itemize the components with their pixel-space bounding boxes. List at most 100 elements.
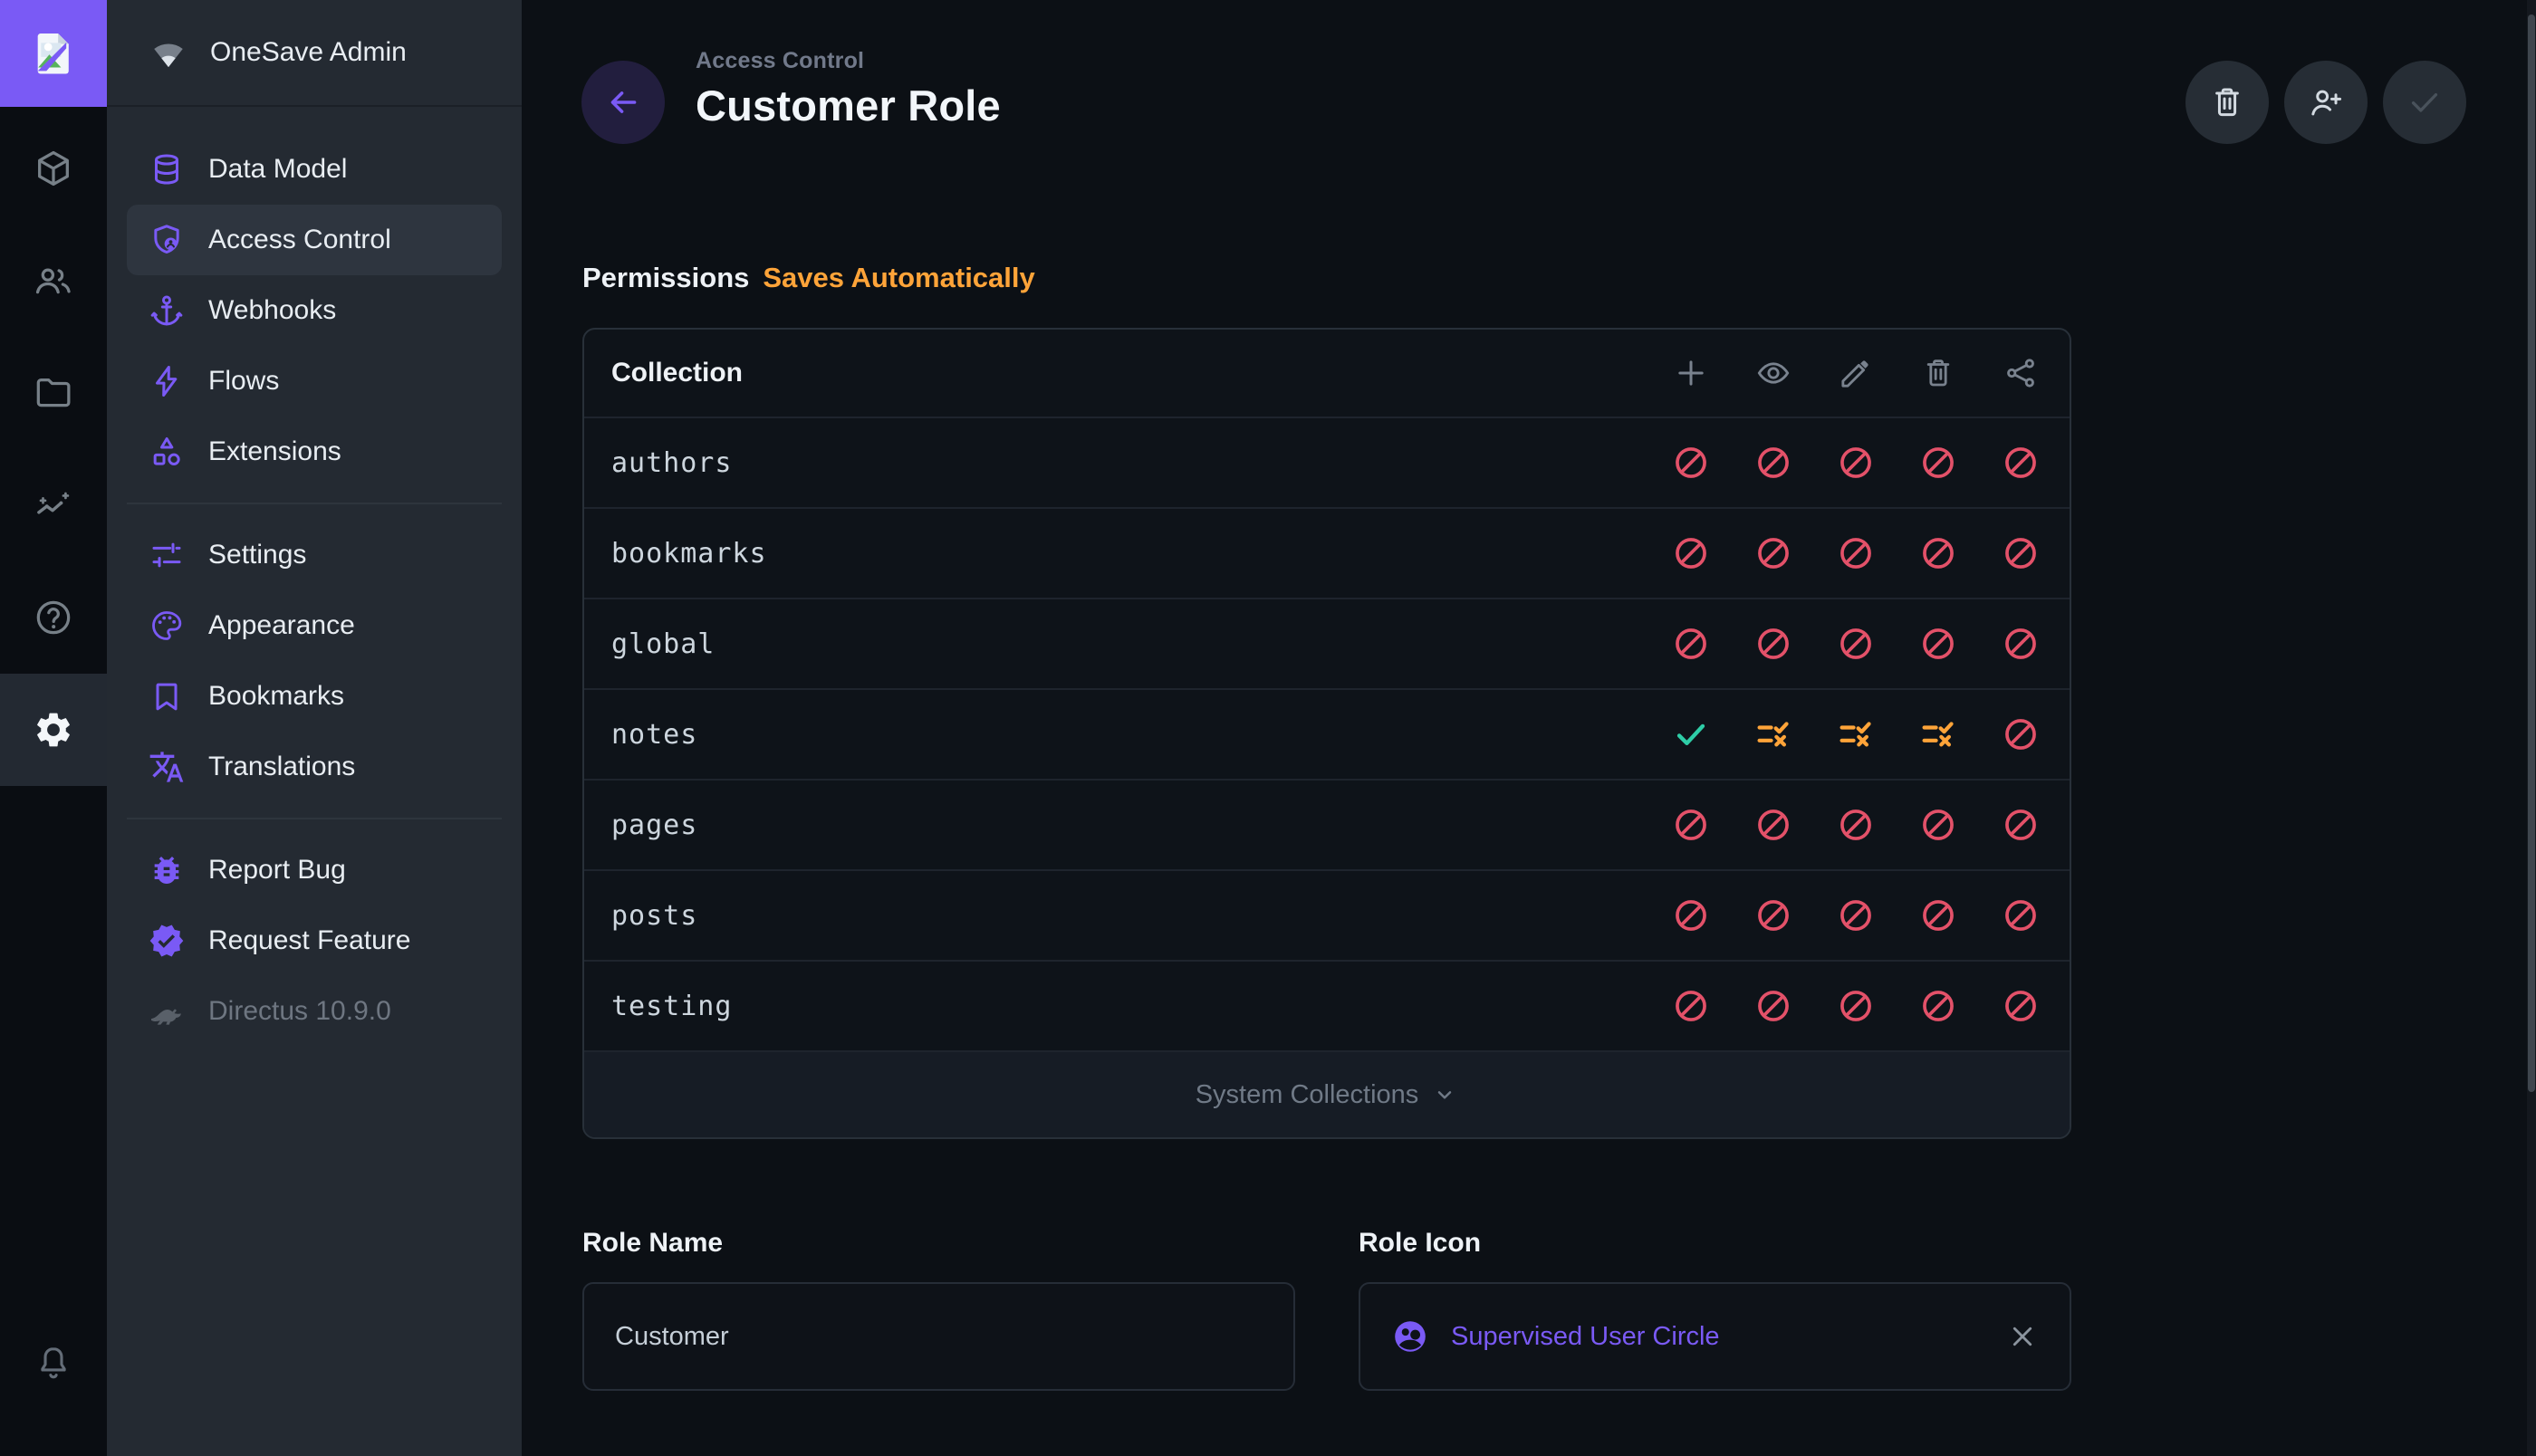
permission-share-deny-toggle[interactable] xyxy=(2002,533,2040,573)
sidebar-item-data-model[interactable]: Data Model xyxy=(127,134,502,205)
module-help[interactable] xyxy=(0,561,107,674)
sidebar-item-request-feature[interactable]: Request Feature xyxy=(127,905,502,976)
project-header[interactable]: OneSave Admin xyxy=(107,0,522,107)
block-icon xyxy=(2002,624,2040,664)
block-icon xyxy=(1754,533,1792,573)
permission-delete-deny-toggle[interactable] xyxy=(1919,986,1957,1026)
module-files[interactable] xyxy=(0,337,107,449)
trash-icon xyxy=(2208,83,2246,121)
permission-share-deny-toggle[interactable] xyxy=(2002,443,2040,483)
permission-create-deny-toggle[interactable] xyxy=(1672,805,1710,845)
invite-users-button[interactable] xyxy=(2284,61,2368,144)
permission-share-deny-toggle[interactable] xyxy=(2002,624,2040,664)
permission-toggles xyxy=(1672,714,2070,754)
permission-create-deny-toggle[interactable] xyxy=(1672,986,1710,1026)
permission-read-deny-toggle[interactable] xyxy=(1754,624,1792,664)
permission-update-deny-toggle[interactable] xyxy=(1837,624,1875,664)
breadcrumb[interactable]: Access Control xyxy=(696,48,1001,74)
block-icon xyxy=(2002,714,2040,754)
anchor-icon xyxy=(149,292,185,329)
back-button[interactable] xyxy=(581,61,665,144)
collection-name: bookmarks xyxy=(611,538,767,570)
sidebar-item-label: Flows xyxy=(208,366,279,397)
block-icon xyxy=(1754,624,1792,664)
module-settings[interactable] xyxy=(0,674,107,786)
permission-read-deny-toggle[interactable] xyxy=(1754,533,1792,573)
module-insights[interactable] xyxy=(0,449,107,561)
sidebar-item-directus-10-9-0[interactable]: Directus 10.9.0 xyxy=(127,976,502,1047)
bell-icon xyxy=(34,1344,73,1384)
scrollbar-track[interactable] xyxy=(2527,0,2536,1456)
permission-share-deny-toggle[interactable] xyxy=(2002,896,2040,935)
save-button[interactable] xyxy=(2383,61,2466,144)
permission-create-full-toggle[interactable] xyxy=(1672,714,1710,754)
column-delete-icon[interactable] xyxy=(1919,355,1957,391)
notifications-button[interactable] xyxy=(0,1322,107,1405)
role-name-input[interactable] xyxy=(582,1282,1295,1391)
permission-read-deny-toggle[interactable] xyxy=(1754,986,1792,1026)
permission-update-deny-toggle[interactable] xyxy=(1837,896,1875,935)
column-create-icon[interactable] xyxy=(1672,355,1710,391)
system-collections-toggle[interactable]: System Collections xyxy=(584,1050,2070,1137)
permission-share-deny-toggle[interactable] xyxy=(2002,986,2040,1026)
module-content[interactable] xyxy=(0,112,107,225)
column-update-icon[interactable] xyxy=(1837,355,1875,391)
sidebar-item-appearance[interactable]: Appearance xyxy=(127,590,502,661)
block-icon xyxy=(1837,443,1875,483)
permission-read-deny-toggle[interactable] xyxy=(1754,805,1792,845)
permission-create-deny-toggle[interactable] xyxy=(1672,443,1710,483)
permission-delete-deny-toggle[interactable] xyxy=(1919,624,1957,664)
sidebar-item-flows[interactable]: Flows xyxy=(127,346,502,417)
sidebar-item-access-control[interactable]: Access Control xyxy=(127,205,502,275)
permission-update-deny-toggle[interactable] xyxy=(1837,805,1875,845)
delete-role-button[interactable] xyxy=(2185,61,2269,144)
permission-delete-deny-toggle[interactable] xyxy=(1919,805,1957,845)
shapes-icon xyxy=(149,434,185,470)
permission-update-custom-toggle[interactable] xyxy=(1837,714,1875,754)
chevron-down-icon xyxy=(1431,1081,1458,1108)
sidebar-item-label: Data Model xyxy=(208,154,347,185)
block-icon xyxy=(1672,624,1710,664)
sidebar-item-translations[interactable]: Translations xyxy=(127,732,502,802)
permission-update-deny-toggle[interactable] xyxy=(1837,443,1875,483)
permission-share-deny-toggle[interactable] xyxy=(2002,805,2040,845)
role-name-label: Role Name xyxy=(582,1228,1295,1259)
permission-delete-custom-toggle[interactable] xyxy=(1919,714,1957,754)
add-icon xyxy=(1673,355,1709,391)
column-read-icon[interactable] xyxy=(1754,355,1792,391)
permission-read-deny-toggle[interactable] xyxy=(1754,896,1792,935)
sidebar-item-webhooks[interactable]: Webhooks xyxy=(127,275,502,346)
sidebar-item-settings[interactable]: Settings xyxy=(127,520,502,590)
sidebar-item-extensions[interactable]: Extensions xyxy=(127,417,502,487)
scrollbar-thumb[interactable] xyxy=(2528,14,2535,1092)
permission-delete-deny-toggle[interactable] xyxy=(1919,896,1957,935)
permission-create-deny-toggle[interactable] xyxy=(1672,896,1710,935)
permission-update-deny-toggle[interactable] xyxy=(1837,533,1875,573)
clear-role-icon-button[interactable] xyxy=(2006,1320,2039,1353)
help-icon xyxy=(33,597,74,638)
block-icon xyxy=(1919,624,1957,664)
sidebar-item-bookmarks[interactable]: Bookmarks xyxy=(127,661,502,732)
shield-person-icon xyxy=(149,222,185,258)
permission-read-custom-toggle[interactable] xyxy=(1754,714,1792,754)
column-share-icon[interactable] xyxy=(2002,355,2040,391)
tune-icon xyxy=(149,537,185,573)
collection-name: notes xyxy=(611,719,697,751)
permission-delete-deny-toggle[interactable] xyxy=(1919,533,1957,573)
permission-delete-deny-toggle[interactable] xyxy=(1919,443,1957,483)
project-logo[interactable] xyxy=(0,0,107,107)
close-icon xyxy=(2006,1320,2039,1353)
module-users[interactable] xyxy=(0,225,107,337)
permission-read-deny-toggle[interactable] xyxy=(1754,443,1792,483)
sidebar-item-report-bug[interactable]: Report Bug xyxy=(127,835,502,905)
block-icon xyxy=(2002,896,2040,935)
role-icon-input[interactable]: Supervised User Circle xyxy=(1359,1282,2071,1391)
translate-icon xyxy=(149,749,185,785)
block-icon xyxy=(2002,805,2040,845)
collection-row-global: global xyxy=(584,598,2070,688)
check-perm-icon xyxy=(1672,714,1710,754)
permission-create-deny-toggle[interactable] xyxy=(1672,533,1710,573)
permission-update-deny-toggle[interactable] xyxy=(1837,986,1875,1026)
permission-create-deny-toggle[interactable] xyxy=(1672,624,1710,664)
permission-share-deny-toggle[interactable] xyxy=(2002,714,2040,754)
